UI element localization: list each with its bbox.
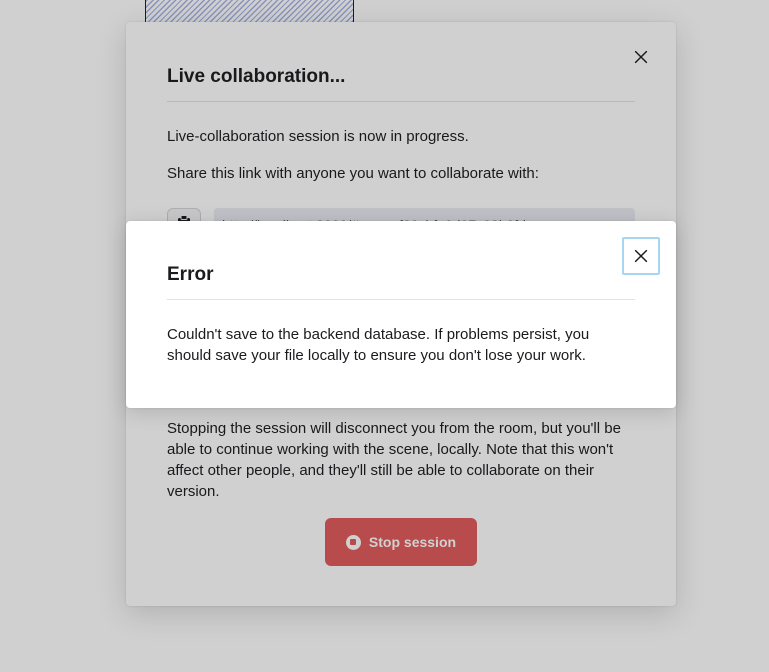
stop-session-label: Stop session <box>368 534 457 550</box>
share-link-prompt: Share this link with anyone you want to … <box>167 165 539 182</box>
title-divider <box>167 101 635 102</box>
error-message: Couldn't save to the backend database. I… <box>167 326 590 364</box>
error-title: Error <box>167 264 214 285</box>
error-title-divider <box>167 299 635 300</box>
error-close-button[interactable] <box>622 237 660 275</box>
error-dialog: Error Couldn't save to the backend datab… <box>126 221 676 408</box>
close-icon <box>634 50 648 64</box>
stop-circle-icon <box>345 534 361 550</box>
close-icon <box>634 249 648 263</box>
close-button[interactable] <box>623 39 659 75</box>
stop-session-description: Stopping the session will disconnect you… <box>167 420 621 500</box>
dialog-title: Live collaboration... <box>167 66 346 87</box>
stop-session-button[interactable]: Stop session <box>325 518 477 566</box>
session-status-text: Live-collaboration session is now in pro… <box>167 128 469 145</box>
